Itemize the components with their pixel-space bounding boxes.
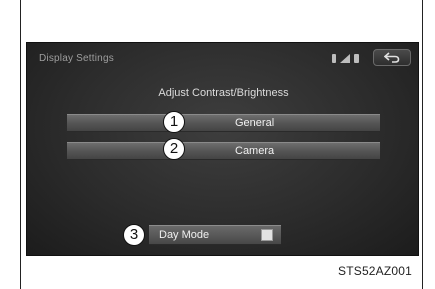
figure-id: STS52AZ001 — [338, 264, 413, 278]
status-icons — [332, 51, 359, 65]
callout-3: 3 — [123, 224, 145, 246]
callout-1: 1 — [163, 111, 185, 133]
camera-button[interactable]: Camera — [67, 142, 380, 160]
bluetooth-icon — [332, 53, 336, 63]
camera-button-label: Camera — [235, 145, 275, 157]
display-settings-screen: Display Settings Adjust Contrast/Brightn… — [26, 42, 419, 256]
day-mode-button[interactable]: Day Mode — [149, 225, 281, 245]
back-button[interactable] — [373, 49, 411, 66]
page-heading: Adjust Contrast/Brightness — [158, 87, 289, 99]
callout-2: 2 — [163, 138, 185, 160]
general-button-label: General — [235, 117, 275, 129]
frame-border-left — [20, 0, 21, 289]
day-mode-toggle-indicator[interactable] — [261, 229, 273, 241]
screen-title: Display Settings — [39, 53, 114, 64]
signal-icon — [340, 53, 350, 63]
general-button[interactable]: General — [67, 114, 380, 132]
back-arrow-icon — [384, 52, 400, 63]
day-mode-label: Day Mode — [159, 229, 210, 241]
battery-icon — [354, 53, 359, 63]
frame-border-right — [422, 0, 423, 289]
